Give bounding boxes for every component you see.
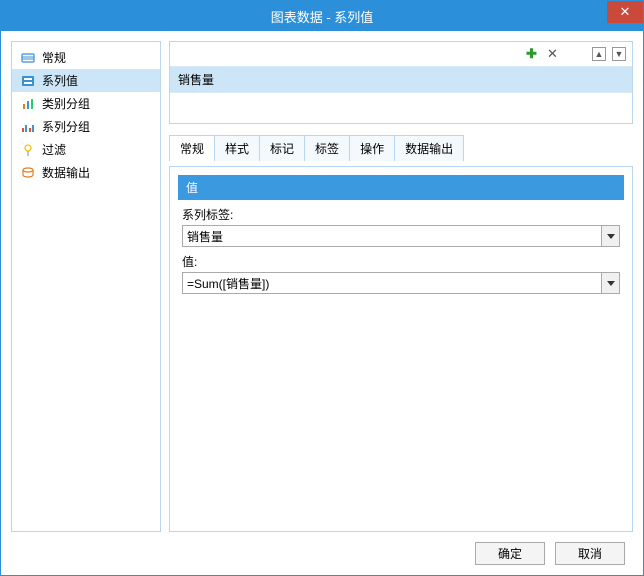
add-icon[interactable]: ✚: [524, 47, 539, 62]
window-title: 图表数据 - 系列值: [1, 7, 643, 26]
dialog-window: 图表数据 - 系列值 ✕ 常规 系列值: [0, 0, 644, 576]
sidebar-item-data-output[interactable]: 数据输出: [12, 161, 160, 184]
list-empty-area: [170, 93, 632, 123]
tab-label: 常规: [180, 142, 204, 156]
value-combo[interactable]: [182, 272, 620, 294]
tab-action[interactable]: 操作: [350, 135, 395, 161]
list-item-label: 销售量: [178, 73, 214, 87]
tab-data-output[interactable]: 数据输出: [395, 135, 464, 161]
tab-label: 数据输出: [405, 142, 453, 156]
series-list: ✚ ✕ ▲ ▼ 销售量: [169, 41, 633, 124]
cancel-button[interactable]: 取消: [555, 542, 625, 565]
sidebar-item-series-values[interactable]: 系列值: [12, 69, 160, 92]
move-up-icon[interactable]: ▲: [592, 47, 606, 61]
titlebar-buttons: ✕: [607, 1, 643, 31]
close-button[interactable]: ✕: [607, 1, 643, 23]
tab-content: 值 系列标签: 值:: [169, 166, 633, 532]
chevron-down-icon: [607, 234, 615, 239]
sidebar-item-label: 系列值: [42, 72, 78, 89]
general-icon: [20, 50, 36, 66]
list-toolbar: ✚ ✕ ▲ ▼: [170, 42, 632, 66]
series-values-icon: [20, 73, 36, 89]
category-group-icon: [20, 96, 36, 112]
sidebar-item-label: 过滤: [42, 141, 66, 158]
chevron-down-icon: [607, 281, 615, 286]
section-header-value: 值: [178, 175, 624, 200]
field-value: 值:: [178, 253, 624, 294]
main-panel: ✚ ✕ ▲ ▼ 销售量 常规 样式 标记 标签 操作: [169, 41, 633, 532]
value-label: 值:: [182, 253, 620, 270]
sidebar-item-filter[interactable]: 过滤: [12, 138, 160, 161]
tab-label: 样式: [225, 142, 249, 156]
sidebar-item-label: 系列分组: [42, 118, 90, 135]
sidebar-item-series-group[interactable]: 系列分组: [12, 115, 160, 138]
tab-marker[interactable]: 标记: [260, 135, 305, 161]
tab-label: 标签: [315, 142, 339, 156]
series-label-dropdown-button[interactable]: [601, 226, 619, 246]
tab-style[interactable]: 样式: [215, 135, 260, 161]
dialog-body: 常规 系列值 类别分组: [1, 31, 643, 575]
sidebar-item-category-group[interactable]: 类别分组: [12, 92, 160, 115]
close-icon: ✕: [620, 4, 631, 20]
field-series-label: 系列标签:: [178, 206, 624, 247]
tab-label: 标记: [270, 142, 294, 156]
series-label-input[interactable]: [183, 226, 601, 246]
data-output-icon: [20, 165, 36, 181]
tab-labels[interactable]: 标签: [305, 135, 350, 161]
list-item[interactable]: 销售量: [170, 66, 632, 93]
value-dropdown-button[interactable]: [601, 273, 619, 293]
sidebar-item-label: 常规: [42, 49, 66, 66]
sidebar: 常规 系列值 类别分组: [11, 41, 161, 532]
titlebar: 图表数据 - 系列值 ✕: [1, 1, 643, 31]
series-group-icon: [20, 119, 36, 135]
delete-icon[interactable]: ✕: [545, 47, 560, 62]
sidebar-item-label: 类别分组: [42, 95, 90, 112]
value-input[interactable]: [183, 273, 601, 293]
move-down-icon[interactable]: ▼: [612, 47, 626, 61]
filter-icon: [20, 142, 36, 158]
tab-general[interactable]: 常规: [169, 135, 215, 161]
tab-label: 操作: [360, 142, 384, 156]
workarea: 常规 系列值 类别分组: [11, 41, 633, 532]
sidebar-item-general[interactable]: 常规: [12, 46, 160, 69]
series-label-label: 系列标签:: [182, 206, 620, 223]
series-label-combo[interactable]: [182, 225, 620, 247]
sidebar-item-label: 数据输出: [42, 164, 90, 181]
ok-button[interactable]: 确定: [475, 542, 545, 565]
dialog-footer: 确定 取消: [11, 538, 633, 565]
tabstrip: 常规 样式 标记 标签 操作 数据输出: [169, 134, 633, 160]
